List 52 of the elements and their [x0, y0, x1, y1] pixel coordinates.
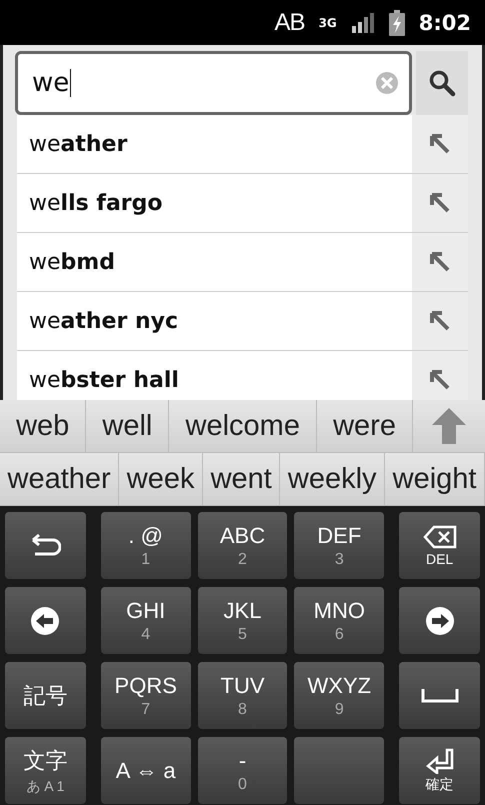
keyboard-key[interactable]: . @ 1: [100, 512, 191, 579]
keyboard-key[interactable]: [5, 587, 86, 654]
arrow-icon: [428, 191, 452, 215]
keyboard-key[interactable]: JKL 5: [198, 587, 288, 654]
backspace-icon: [422, 524, 457, 548]
signal-icon: [350, 12, 375, 34]
arrow-icon: [428, 368, 452, 392]
battery-charging-icon: [388, 10, 405, 36]
keyboard-key[interactable]: [5, 512, 86, 579]
search-icon: [428, 69, 456, 97]
undo-icon: [29, 534, 62, 558]
keyboard-key[interactable]: PQRS 7: [100, 662, 191, 729]
keyboard-key[interactable]: WXYZ 9: [294, 662, 384, 729]
keyboard-key[interactable]: 確定: [399, 737, 480, 804]
expand-button[interactable]: [413, 400, 485, 452]
candidate-word[interactable]: weather: [0, 453, 120, 505]
query-refine-button[interactable]: [412, 115, 468, 173]
search-button[interactable]: [416, 51, 468, 115]
keyboard-key[interactable]: ABC 2: [198, 512, 288, 579]
keyboard-key[interactable]: 記号: [5, 662, 86, 729]
candidate-word[interactable]: weight: [385, 453, 485, 505]
keyboard-key[interactable]: 文字 あ A 1: [5, 737, 86, 804]
candidate-word[interactable]: were: [317, 400, 414, 452]
query-refine-button[interactable]: [412, 292, 468, 350]
keyboard-key[interactable]: [399, 587, 480, 654]
keyboard-key[interactable]: MNO 6: [294, 587, 384, 654]
keyboard-key[interactable]: TUV 8: [198, 662, 288, 729]
arrow-icon: [428, 309, 452, 333]
query-refine-button[interactable]: [412, 174, 468, 232]
search-field[interactable]: we: [15, 51, 412, 115]
arrow-icon: [428, 132, 452, 156]
query-refine-button[interactable]: [412, 233, 468, 291]
keyboard-key[interactable]: A ⇔ a: [100, 737, 191, 804]
keyboard-key[interactable]: - 0: [198, 737, 288, 804]
enter-icon: [424, 748, 455, 774]
arrow-icon: [428, 250, 452, 274]
keyboard-key[interactable]: DEF 3: [294, 512, 384, 579]
keyboard-key[interactable]: GHI 4: [100, 587, 191, 654]
candidate-word[interactable]: week: [119, 453, 204, 505]
space-icon: [420, 688, 459, 702]
input-mode-indicator: AB: [274, 8, 305, 36]
candidate-word[interactable]: welcome: [169, 400, 318, 452]
clock: 8:02: [418, 10, 471, 34]
candidate-word[interactable]: weekly: [280, 453, 386, 505]
keyboard-key[interactable]: [399, 662, 480, 729]
query-refine-button[interactable]: [412, 351, 468, 400]
candidate-word[interactable]: went: [203, 453, 280, 505]
keyboard-key[interactable]: DEL: [399, 512, 480, 579]
up-arrow-icon: [431, 407, 468, 445]
candidate-word[interactable]: web: [0, 400, 86, 452]
data-network-indicator: 3G: [318, 16, 337, 30]
candidate-word[interactable]: well: [86, 400, 170, 452]
